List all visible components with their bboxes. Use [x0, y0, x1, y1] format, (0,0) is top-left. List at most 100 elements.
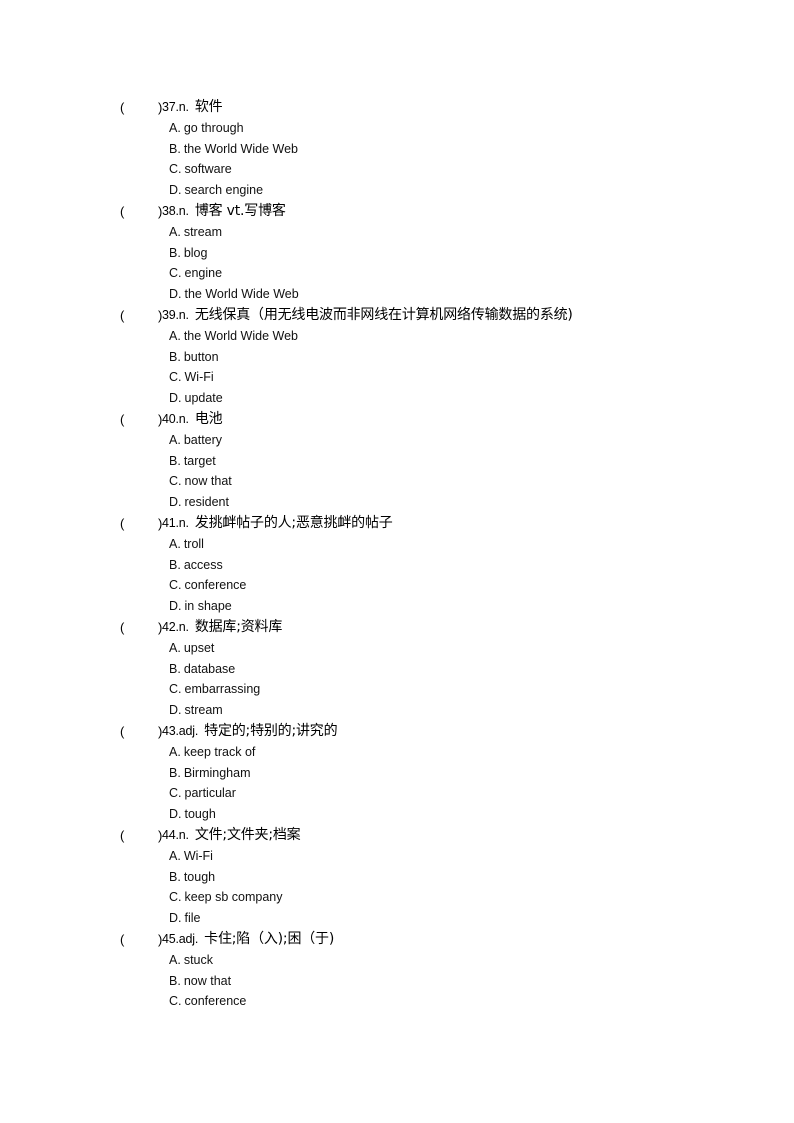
document-page: () 37.n. 软件 A. go through B. the World Wide We…	[0, 0, 794, 1123]
question-label: 42.n. 数据库;资料库	[162, 617, 282, 638]
option-item[interactable]: C. software	[0, 159, 794, 180]
option-letter: D.	[169, 703, 182, 718]
question-item: () 39.n. 无线保真（用无线电波而非网线在计算机网络传输数据的系统) A. the…	[0, 305, 794, 409]
question-item: () 41.n. 发挑衅帖子的人;恶意挑衅的帖子 A. troll B. access C. c…	[0, 513, 794, 617]
option-item[interactable]: B. target	[0, 451, 794, 472]
option-text: file	[184, 911, 201, 926]
question-label: 45.adj. 卡住;陷（入);困（于)	[162, 929, 334, 950]
option-text: stream	[184, 703, 223, 718]
option-item[interactable]: B. access	[0, 555, 794, 576]
question-meaning: 发挑衅帖子的人;恶意挑衅的帖子	[194, 515, 393, 531]
option-item[interactable]: B. Birmingham	[0, 763, 794, 784]
option-item[interactable]: A. Wi-Fi	[0, 846, 794, 867]
option-item[interactable]: A. the World Wide Web	[0, 326, 794, 347]
question-line: () 40.n. 电池	[0, 409, 794, 430]
option-item[interactable]: D. resident	[0, 492, 794, 513]
answer-blank-open[interactable]: (	[120, 513, 124, 534]
option-item[interactable]: C. particular	[0, 783, 794, 804]
option-list: A. stream B. blog C. engine D. the World Wide W…	[0, 222, 794, 305]
option-letter: A.	[169, 849, 181, 863]
option-item[interactable]: D. update	[0, 388, 794, 409]
option-item[interactable]: B. button	[0, 347, 794, 368]
option-text: troll	[183, 537, 204, 551]
option-letter: A.	[169, 641, 181, 655]
option-list: A. stuck B. now that C. conference	[0, 950, 794, 1012]
answer-blank-open[interactable]: (	[120, 97, 124, 118]
option-item[interactable]: C. keep sb company	[0, 887, 794, 908]
option-item[interactable]: C. embarrassing	[0, 679, 794, 700]
option-letter: A.	[169, 329, 181, 343]
option-letter: D.	[169, 807, 182, 822]
option-item[interactable]: D. file	[0, 908, 794, 929]
option-item[interactable]: D. in shape	[0, 596, 794, 617]
option-item[interactable]: D. the World Wide Web	[0, 284, 794, 305]
option-item[interactable]: D. tough	[0, 804, 794, 825]
option-item[interactable]: B. database	[0, 659, 794, 680]
option-item[interactable]: B. now that	[0, 971, 794, 992]
option-letter: B.	[169, 765, 181, 780]
part-of-speech: n.	[178, 620, 189, 634]
option-letter: B.	[169, 973, 181, 988]
option-item[interactable]: B. tough	[0, 867, 794, 888]
option-item[interactable]: A. go through	[0, 118, 794, 139]
question-item: () 43.adj. 特定的;特别的;讲究的 A. keep track of B. Bir…	[0, 721, 794, 825]
option-list: A. the World Wide Web B. button C. Wi-Fi D. upd…	[0, 326, 794, 409]
option-letter: D.	[169, 287, 182, 302]
option-text: keep track of	[183, 745, 256, 759]
option-letter: D.	[169, 599, 182, 614]
question-line: () 43.adj. 特定的;特别的;讲究的	[0, 721, 794, 742]
answer-blank-open[interactable]: (	[120, 721, 124, 742]
option-item[interactable]: A. keep track of	[0, 742, 794, 763]
answer-blank-open[interactable]: (	[120, 825, 124, 846]
option-letter: B.	[169, 869, 181, 884]
option-text: target	[183, 453, 216, 468]
option-item[interactable]: A. stuck	[0, 950, 794, 971]
part-of-speech: n.	[178, 100, 189, 114]
option-list: A. Wi-Fi B. tough C. keep sb company D. file	[0, 846, 794, 929]
question-line: () 41.n. 发挑衅帖子的人;恶意挑衅的帖子	[0, 513, 794, 534]
option-item[interactable]: D. stream	[0, 700, 794, 721]
option-letter: D.	[169, 183, 182, 198]
question-number: 44	[162, 828, 176, 842]
option-item[interactable]: C. now that	[0, 471, 794, 492]
option-item[interactable]: A. battery	[0, 430, 794, 451]
option-item[interactable]: C. engine	[0, 263, 794, 284]
part-of-speech: n.	[178, 516, 189, 530]
question-list: () 37.n. 软件 A. go through B. the World Wide We…	[0, 97, 794, 1033]
option-letter: C.	[169, 266, 182, 281]
option-text: button	[183, 349, 219, 364]
option-text: now that	[183, 973, 232, 988]
question-label: 38.n. 博客 vt.写博客	[162, 201, 286, 222]
option-text: go through	[183, 121, 244, 135]
option-item[interactable]: B. blog	[0, 243, 794, 264]
option-letter: D.	[169, 495, 182, 510]
answer-blank-open[interactable]: (	[120, 201, 124, 222]
answer-blank-open[interactable]: (	[120, 617, 124, 638]
option-letter: C.	[169, 474, 182, 489]
part-of-speech: adj.	[178, 932, 199, 946]
question-meaning: 特定的;特别的;讲究的	[204, 723, 338, 739]
question-meaning: 文件;文件夹;档案	[194, 827, 301, 843]
option-item[interactable]: A. upset	[0, 638, 794, 659]
question-label: 41.n. 发挑衅帖子的人;恶意挑衅的帖子	[162, 513, 393, 534]
option-item[interactable]: C. Wi-Fi	[0, 367, 794, 388]
option-letter: C.	[169, 370, 182, 385]
option-item[interactable]: A. troll	[0, 534, 794, 555]
option-letter: B.	[169, 141, 181, 156]
option-list: A. go through B. the World Wide Web C. softwa…	[0, 118, 794, 201]
option-item[interactable]: A. stream	[0, 222, 794, 243]
answer-blank-open[interactable]: (	[120, 409, 124, 430]
option-text: embarrassing	[184, 682, 261, 697]
option-item[interactable]: D. search engine	[0, 180, 794, 201]
answer-blank-open[interactable]: (	[120, 929, 124, 950]
option-text: Wi-Fi	[184, 370, 214, 385]
option-item[interactable]: C. conference	[0, 575, 794, 596]
option-text: the World Wide Web	[183, 329, 298, 343]
question-item: () 37.n. 软件 A. go through B. the World Wide We…	[0, 97, 794, 201]
option-item[interactable]: C. conference	[0, 991, 794, 1012]
answer-blank-open[interactable]: (	[120, 305, 124, 326]
option-item[interactable]: B. the World Wide Web	[0, 139, 794, 160]
question-label: 43.adj. 特定的;特别的;讲究的	[162, 721, 338, 742]
question-meaning: 软件	[194, 99, 223, 115]
question-number: 42	[162, 620, 176, 634]
